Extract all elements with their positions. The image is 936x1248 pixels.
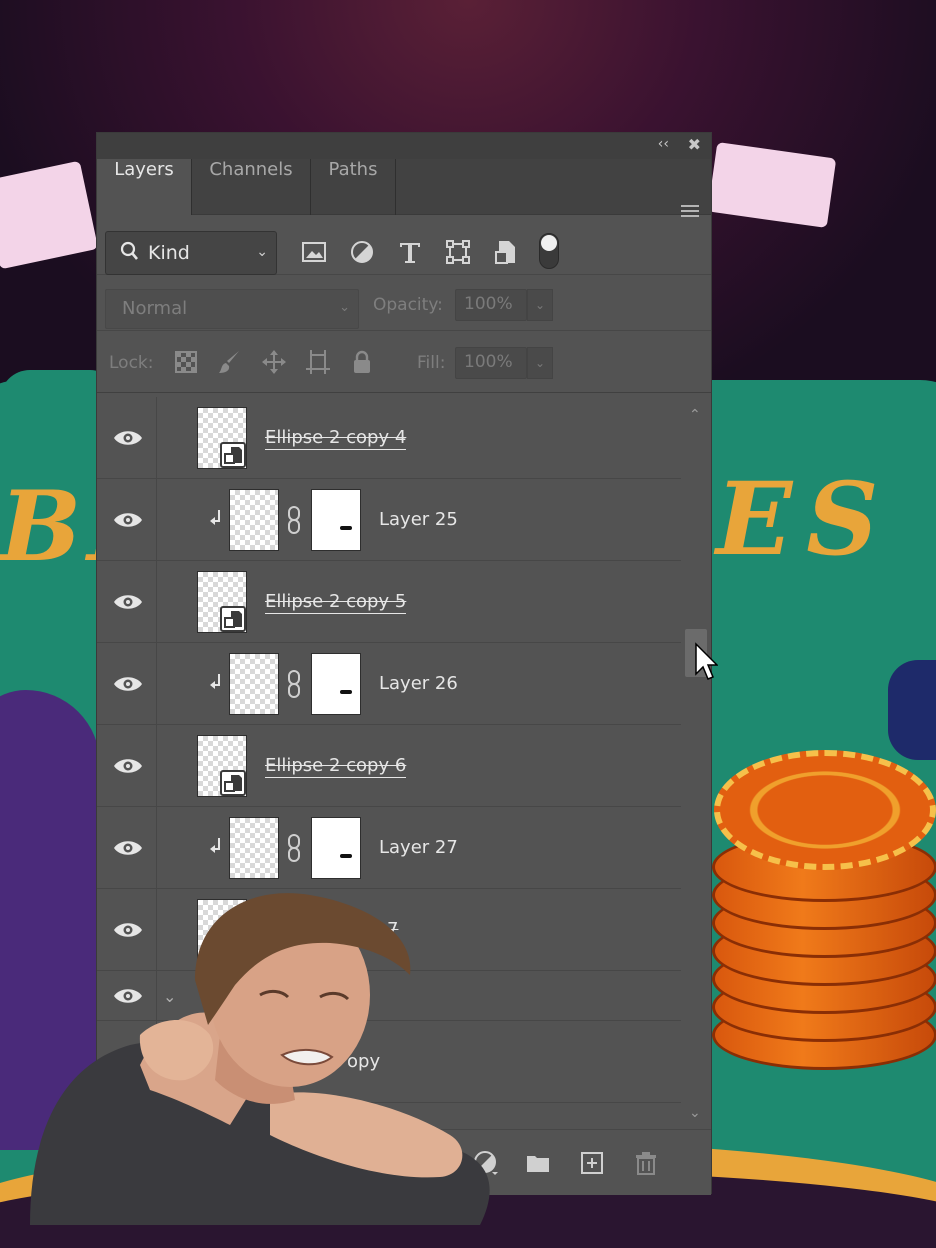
chip-top: [714, 750, 936, 870]
hamburger-menu-icon[interactable]: [681, 205, 699, 217]
eye-icon[interactable]: [113, 429, 143, 447]
link-icon[interactable]: [287, 505, 301, 535]
layer-name[interactable]: Layer 26: [379, 673, 458, 694]
layer-row[interactable]: Ellipse 2 copy 4: [97, 397, 681, 479]
shape-filter-icon[interactable]: [445, 239, 471, 265]
link-icon[interactable]: [287, 669, 301, 699]
layer-list-scrollbar[interactable]: ⌃ ⌄: [683, 397, 711, 1127]
tab-channels[interactable]: Channels: [192, 159, 310, 215]
fill-label: Fill:: [417, 353, 446, 373]
search-icon: [120, 241, 138, 260]
lock-pixels-icon[interactable]: [217, 349, 243, 375]
layer-mask-thumbnail[interactable]: [311, 489, 361, 551]
smart-object-icon: [220, 606, 246, 632]
layer-thumbnail[interactable]: [197, 571, 247, 633]
toggle-knob: [541, 235, 557, 251]
mouse-cursor-icon: [695, 642, 718, 680]
webcam-person-overlay: [30, 893, 490, 1225]
type-filter-icon[interactable]: [397, 239, 423, 265]
visibility-column[interactable]: [97, 561, 157, 642]
collapse-panel-icon[interactable]: ‹‹: [658, 136, 669, 152]
mask-mark: [340, 854, 352, 858]
artwork-letters-right: ES: [716, 460, 893, 578]
layer-row[interactable]: Ellipse 2 copy 5: [97, 561, 681, 643]
trash-icon[interactable]: [633, 1150, 659, 1176]
lock-row: Lock: Fill: 100% ⌄: [97, 333, 711, 393]
lock-all-icon[interactable]: [349, 349, 375, 375]
artwork-chip-stack: [712, 750, 936, 1080]
layer-mask-thumbnail[interactable]: [311, 817, 361, 879]
tab-layers[interactable]: Layers: [97, 159, 191, 215]
lock-label: Lock:: [109, 353, 154, 373]
layer-name[interactable]: Layer 27: [379, 837, 458, 858]
layer-thumbnail[interactable]: [229, 653, 279, 715]
artwork-navy-chip: [888, 660, 936, 760]
blend-mode-row: Normal ⌄ Opacity: 100% ⌄: [97, 277, 711, 331]
clipping-mask-icon: [210, 674, 220, 689]
layer-name[interactable]: Ellipse 2 copy 6: [265, 755, 407, 778]
chevron-down-icon: ⌄: [256, 244, 268, 260]
layer-thumbnail[interactable]: [229, 489, 279, 551]
new-group-icon[interactable]: [525, 1150, 551, 1176]
opacity-field[interactable]: 100%: [455, 289, 527, 321]
layer-name[interactable]: Ellipse 2 copy 4: [265, 427, 407, 450]
visibility-column[interactable]: [97, 397, 157, 478]
layer-thumbnail[interactable]: [197, 735, 247, 797]
smartobject-filter-icon[interactable]: [493, 239, 519, 265]
new-layer-icon[interactable]: [579, 1150, 605, 1176]
filter-toggle-icon[interactable]: [539, 233, 559, 269]
visibility-column[interactable]: [97, 643, 157, 724]
layer-row[interactable]: Layer 27: [97, 807, 681, 889]
adjustment-filter-icon[interactable]: [349, 239, 375, 265]
lock-transparent-icon[interactable]: [173, 349, 199, 375]
mask-mark: [340, 526, 352, 530]
chevron-down-icon[interactable]: ⌄: [689, 1105, 701, 1121]
eye-icon[interactable]: [113, 757, 143, 775]
panel-titlebar[interactable]: ‹‹ ✖: [97, 133, 711, 159]
layer-name[interactable]: Ellipse 2 copy 5: [265, 591, 407, 614]
layer-row[interactable]: Layer 26: [97, 643, 681, 725]
chevron-up-icon[interactable]: ⌃: [689, 407, 701, 423]
opacity-label: Opacity:: [373, 295, 443, 315]
eye-icon[interactable]: [113, 593, 143, 611]
layer-mask-thumbnail[interactable]: [311, 653, 361, 715]
layer-row[interactable]: Layer 25: [97, 479, 681, 561]
lock-position-icon[interactable]: [261, 349, 287, 375]
layer-row[interactable]: Ellipse 2 copy 6: [97, 725, 681, 807]
visibility-column[interactable]: [97, 725, 157, 806]
blend-mode-label: Normal: [122, 298, 188, 319]
visibility-column[interactable]: [97, 807, 157, 888]
layer-name[interactable]: Layer 25: [379, 509, 458, 530]
link-icon[interactable]: [287, 833, 301, 863]
image-filter-icon[interactable]: [301, 239, 327, 265]
clipping-mask-icon: [210, 838, 220, 853]
lock-artboard-icon[interactable]: [305, 349, 331, 375]
tab-paths[interactable]: Paths: [311, 159, 395, 215]
blend-mode-select[interactable]: Normal ⌄: [105, 289, 359, 329]
fill-dropdown[interactable]: ⌄: [527, 347, 553, 379]
smart-object-icon: [220, 770, 246, 796]
clipping-mask-icon: [210, 510, 220, 525]
chevron-down-icon: ⌄: [339, 300, 350, 315]
panel-tabs: Layers Channels Paths: [97, 159, 711, 217]
close-panel-icon[interactable]: ✖: [688, 135, 701, 154]
layer-thumbnail[interactable]: [197, 407, 247, 469]
visibility-column[interactable]: [97, 479, 157, 560]
opacity-dropdown[interactable]: ⌄: [527, 289, 553, 321]
eye-icon[interactable]: [113, 675, 143, 693]
filter-kind-label: Kind: [148, 242, 190, 264]
eye-icon[interactable]: [113, 839, 143, 857]
eye-icon[interactable]: [113, 511, 143, 529]
mask-mark: [340, 690, 352, 694]
tab-divider: [395, 159, 396, 215]
filter-kind-select[interactable]: Kind ⌄: [105, 231, 277, 275]
layer-filter-row: Kind ⌄: [97, 217, 711, 275]
fill-field[interactable]: 100%: [455, 347, 527, 379]
smart-object-icon: [220, 442, 246, 468]
layer-thumbnail[interactable]: [229, 817, 279, 879]
